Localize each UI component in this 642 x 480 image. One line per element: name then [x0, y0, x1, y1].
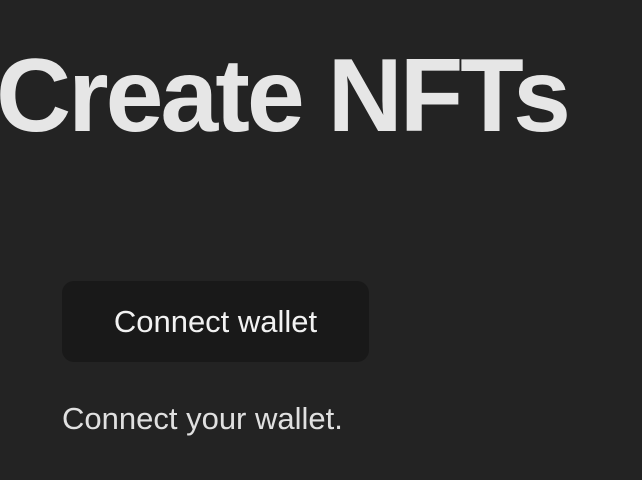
connect-wallet-helper-text: Connect your wallet. — [62, 401, 343, 436]
connect-wallet-button[interactable]: Connect wallet — [62, 281, 369, 362]
connect-wallet-button-label: Connect wallet — [113, 303, 318, 339]
page-title: Create NFTs — [0, 38, 571, 154]
